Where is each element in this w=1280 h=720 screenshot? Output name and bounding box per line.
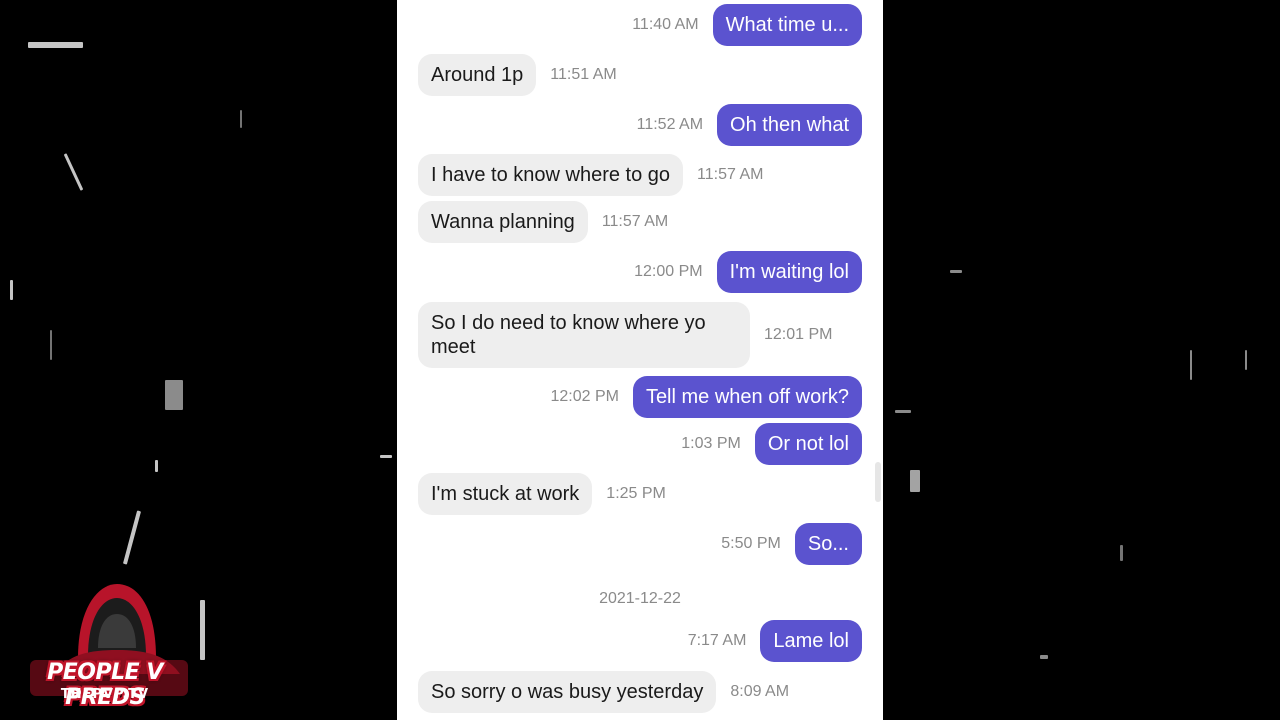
message-bubble: Tell me when off work? <box>632 376 862 418</box>
message-incoming: Wanna planning 11:57 AM <box>418 201 668 243</box>
message-time: 11:57 AM <box>697 166 764 183</box>
message-bubble: Or not lol <box>754 423 862 465</box>
message-time: 12:00 PM <box>634 263 703 280</box>
chat-panel[interactable]: What time u... 11:40 AM Around 1p 11:51 … <box>397 0 883 720</box>
message-bubble: So... <box>794 523 862 565</box>
message-outgoing: Or not lol 1:03 PM <box>681 423 862 465</box>
message-bubble: Wanna planning <box>418 201 588 243</box>
message-incoming: I have to know where to go 11:57 AM <box>418 154 763 196</box>
message-bubble: I'm waiting lol <box>716 251 862 293</box>
scrollbar[interactable] <box>875 462 881 502</box>
message-outgoing: Oh then what 11:52 AM <box>637 104 862 146</box>
message-time: 7:17 AM <box>687 632 747 649</box>
message-bubble: So sorry o was busy yesterday <box>418 671 717 713</box>
logo-title: PEOPLE V PREDS <box>47 660 163 710</box>
message-bubble: I'm stuck at work <box>418 473 593 515</box>
message-outgoing: So... 5:50 PM <box>721 523 862 565</box>
message-outgoing: Lame lol 7:17 AM <box>688 620 862 662</box>
message-bubble: I have to know where to go <box>418 154 684 196</box>
message-time: 11:57 AM <box>601 213 669 230</box>
message-time: 12:01 PM <box>764 326 833 343</box>
message-outgoing: I'm waiting lol 12:00 PM <box>634 251 862 293</box>
message-time: 11:51 AM <box>550 66 617 83</box>
message-time: 11:52 AM <box>636 116 704 133</box>
message-time: 1:25 PM <box>606 485 666 502</box>
message-time: 8:09 AM <box>730 683 790 700</box>
message-incoming: So sorry o was busy yesterday 8:09 AM <box>418 671 789 713</box>
message-outgoing: What time u... 11:40 AM <box>632 4 862 46</box>
message-incoming: So I do need to know where yo meet 12:01… <box>418 302 832 368</box>
message-bubble: What time u... <box>712 4 862 46</box>
message-time: 5:50 PM <box>721 535 781 552</box>
logo-subtitle: THEPVP.TV <box>60 687 150 702</box>
message-time: 1:03 PM <box>681 435 741 452</box>
message-bubble: So I do need to know where yo meet <box>418 302 750 368</box>
message-bubble: Lame lol <box>760 620 862 662</box>
message-time: 12:02 PM <box>550 388 619 405</box>
message-incoming: I'm stuck at work 1:25 PM <box>418 473 666 515</box>
message-outgoing: Tell me when off work? 12:02 PM <box>550 376 862 418</box>
message-bubble: Around 1p <box>418 54 537 96</box>
message-bubble: Oh then what <box>717 104 862 146</box>
message-incoming: Around 1p 11:51 AM <box>418 54 617 96</box>
date-separator: 2021-12-22 <box>599 590 681 607</box>
message-time: 11:40 AM <box>632 16 699 33</box>
